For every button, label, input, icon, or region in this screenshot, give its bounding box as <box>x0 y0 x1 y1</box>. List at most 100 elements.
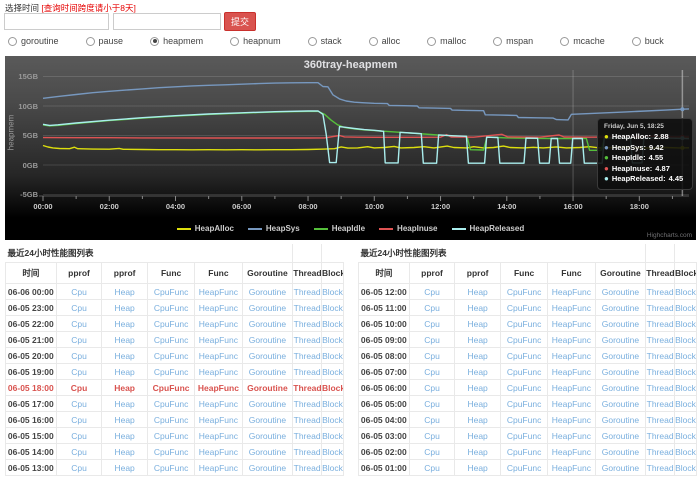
link-cpu[interactable]: Cpu <box>424 447 440 457</box>
link-goroutine[interactable]: Goroutine <box>602 463 639 473</box>
link-heap[interactable]: Heap <box>467 367 487 377</box>
link-heap[interactable]: Heap <box>467 335 487 345</box>
radio-alloc[interactable]: alloc <box>369 36 401 46</box>
link-heapfunc[interactable]: HeapFunc <box>552 351 591 361</box>
radio-mspan[interactable]: mspan <box>493 36 533 46</box>
link-block[interactable]: Block <box>675 335 696 345</box>
link-cpufunc[interactable]: CpuFunc <box>154 447 189 457</box>
end-time-input[interactable] <box>113 13 221 30</box>
link-heapfunc[interactable]: HeapFunc <box>199 447 238 457</box>
link-thread[interactable]: Thread <box>294 399 321 409</box>
link-goroutine[interactable]: Goroutine <box>249 303 286 313</box>
link-heapfunc[interactable]: HeapFunc <box>199 463 238 473</box>
link-heapfunc[interactable]: HeapFunc <box>552 319 591 329</box>
link-block[interactable]: Block <box>675 383 696 393</box>
link-cpu[interactable]: Cpu <box>71 319 87 329</box>
link-thread[interactable]: Thread <box>294 287 321 297</box>
link-cpufunc[interactable]: CpuFunc <box>154 399 189 409</box>
link-cpu[interactable]: Cpu <box>71 351 87 361</box>
link-heapfunc[interactable]: HeapFunc <box>552 447 591 457</box>
link-heap[interactable]: Heap <box>114 303 134 313</box>
link-heapfunc[interactable]: HeapFunc <box>199 399 238 409</box>
link-cpufunc[interactable]: CpuFunc <box>507 303 542 313</box>
link-heap[interactable]: Heap <box>467 447 487 457</box>
radio-circle-heapnum[interactable] <box>230 37 239 46</box>
link-goroutine[interactable]: Goroutine <box>249 351 286 361</box>
link-cpu[interactable]: Cpu <box>424 351 440 361</box>
radio-circle-mcache[interactable] <box>560 37 569 46</box>
link-heap[interactable]: Heap <box>114 399 134 409</box>
link-thread[interactable]: Thread <box>294 447 321 457</box>
link-thread[interactable]: Thread <box>294 303 321 313</box>
link-thread[interactable]: Thread <box>293 383 321 393</box>
link-cpufunc[interactable]: CpuFunc <box>154 415 189 425</box>
link-goroutine[interactable]: Goroutine <box>249 463 286 473</box>
link-goroutine[interactable]: Goroutine <box>249 335 286 345</box>
link-cpu[interactable]: Cpu <box>424 287 440 297</box>
link-thread[interactable]: Thread <box>294 431 321 441</box>
link-heapfunc[interactable]: HeapFunc <box>552 383 591 393</box>
link-block[interactable]: Block <box>322 463 343 473</box>
link-goroutine[interactable]: Goroutine <box>602 447 639 457</box>
legend-item-HeapSys[interactable]: HeapSys <box>248 224 300 233</box>
link-cpu[interactable]: Cpu <box>71 415 87 425</box>
radio-malloc[interactable]: malloc <box>427 36 466 46</box>
link-cpufunc[interactable]: CpuFunc <box>507 335 542 345</box>
legend-item-HeapIdle[interactable]: HeapIdle <box>314 224 365 233</box>
link-block[interactable]: Block <box>675 431 696 441</box>
link-goroutine[interactable]: Goroutine <box>249 287 286 297</box>
link-heap[interactable]: Heap <box>467 351 487 361</box>
radio-circle-malloc[interactable] <box>427 37 436 46</box>
link-cpu[interactable]: Cpu <box>71 447 87 457</box>
link-cpufunc[interactable]: CpuFunc <box>507 463 542 473</box>
link-block[interactable]: Block <box>675 319 696 329</box>
link-cpufunc[interactable]: CpuFunc <box>154 335 189 345</box>
link-heap[interactable]: Heap <box>467 463 487 473</box>
link-heapfunc[interactable]: HeapFunc <box>199 335 238 345</box>
link-block[interactable]: Block <box>675 287 696 297</box>
link-heapfunc[interactable]: HeapFunc <box>552 431 591 441</box>
link-cpu[interactable]: Cpu <box>71 399 87 409</box>
link-block[interactable]: Block <box>322 335 343 345</box>
link-cpufunc[interactable]: CpuFunc <box>507 319 542 329</box>
link-cpu[interactable]: Cpu <box>424 431 440 441</box>
link-goroutine[interactable]: Goroutine <box>602 303 639 313</box>
link-cpu[interactable]: Cpu <box>424 399 440 409</box>
link-goroutine[interactable]: Goroutine <box>249 319 286 329</box>
radio-stack[interactable]: stack <box>308 36 342 46</box>
link-heap[interactable]: Heap <box>467 399 487 409</box>
link-thread[interactable]: Thread <box>647 383 674 393</box>
link-block[interactable]: Block <box>322 287 343 297</box>
link-cpu[interactable]: Cpu <box>71 431 87 441</box>
link-cpufunc[interactable]: CpuFunc <box>507 351 542 361</box>
link-block[interactable]: Block <box>322 367 343 377</box>
link-thread[interactable]: Thread <box>647 319 674 329</box>
link-heapfunc[interactable]: HeapFunc <box>552 303 591 313</box>
link-block[interactable]: Block <box>322 383 344 393</box>
link-heap[interactable]: Heap <box>467 319 487 329</box>
link-block[interactable]: Block <box>322 415 343 425</box>
radio-mcache[interactable]: mcache <box>560 36 605 46</box>
link-heapfunc[interactable]: HeapFunc <box>552 335 591 345</box>
link-block[interactable]: Block <box>322 399 343 409</box>
link-goroutine[interactable]: Goroutine <box>602 431 639 441</box>
radio-circle-buck[interactable] <box>632 37 641 46</box>
link-goroutine[interactable]: Goroutine <box>602 351 639 361</box>
link-cpu[interactable]: Cpu <box>71 383 88 393</box>
link-thread[interactable]: Thread <box>647 463 674 473</box>
radio-circle-alloc[interactable] <box>369 37 378 46</box>
link-heap[interactable]: Heap <box>467 303 487 313</box>
link-goroutine[interactable]: Goroutine <box>249 399 286 409</box>
link-goroutine[interactable]: Goroutine <box>602 287 639 297</box>
link-heap[interactable]: Heap <box>467 415 487 425</box>
link-cpufunc[interactable]: CpuFunc <box>153 383 190 393</box>
link-heapfunc[interactable]: HeapFunc <box>199 415 238 425</box>
radio-goroutine[interactable]: goroutine <box>8 36 59 46</box>
link-thread[interactable]: Thread <box>647 367 674 377</box>
legend-item-HeapAlloc[interactable]: HeapAlloc <box>177 224 234 233</box>
link-thread[interactable]: Thread <box>294 319 321 329</box>
link-cpu[interactable]: Cpu <box>424 303 440 313</box>
link-heap[interactable]: Heap <box>467 431 487 441</box>
link-cpu[interactable]: Cpu <box>424 463 440 473</box>
link-block[interactable]: Block <box>675 463 696 473</box>
